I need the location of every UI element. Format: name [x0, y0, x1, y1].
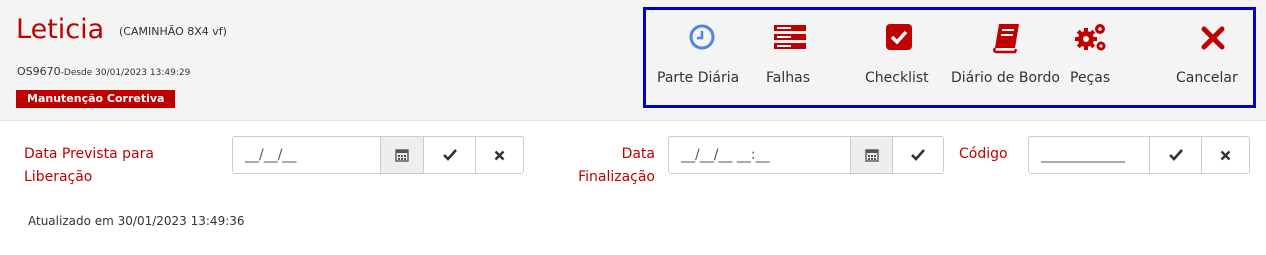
- calendar-icon: [395, 149, 409, 162]
- calendar-icon: [864, 149, 879, 162]
- close-icon: [1201, 26, 1225, 50]
- checklist-label: Checklist: [865, 70, 929, 86]
- os-since: -Desde 30/01/2023 13:49:29: [60, 68, 191, 78]
- codigo-confirm-button[interactable]: [1149, 136, 1202, 174]
- status-badge: Manutenção Corretiva: [16, 90, 176, 108]
- page-header: Leticia (CAMINHÃO 8X4 vf) OS9670-Desde 3…: [0, 0, 1266, 121]
- os-info: OS9670-Desde 30/01/2023 13:49:29: [17, 65, 190, 78]
- finalizacao-date-input[interactable]: __/__/__ __:__: [668, 136, 851, 174]
- close-icon: [1220, 150, 1231, 160]
- cancelar-label: Cancelar: [1176, 70, 1238, 86]
- codigo-clear-button[interactable]: [1201, 136, 1250, 174]
- page-title: Leticia: [16, 14, 105, 45]
- pecas-label: Peças: [1070, 70, 1111, 86]
- diario-bordo-label: Diário de Bordo: [951, 70, 1060, 86]
- book-icon: [993, 24, 1019, 54]
- close-icon: [494, 150, 505, 160]
- codigo-label: Código: [959, 146, 1008, 162]
- vehicle-subtitle: (CAMINHÃO 8X4 vf): [119, 25, 227, 38]
- finalizacao-label: Data Finalização: [578, 146, 655, 185]
- prevista-confirm-button[interactable]: [423, 136, 476, 174]
- prevista-clear-button[interactable]: [475, 136, 524, 174]
- check-icon: [911, 149, 925, 161]
- finalizacao-confirm-button[interactable]: [892, 136, 944, 174]
- prevista-label: Data Prevista para Liberação: [24, 146, 154, 185]
- codigo-input[interactable]: ____________: [1028, 136, 1150, 174]
- falhas-label: Falhas: [766, 70, 810, 86]
- os-number: OS9670: [17, 65, 61, 78]
- finalizacao-calendar-button[interactable]: [850, 136, 893, 174]
- server-icon: [774, 25, 806, 49]
- parte-diaria-label: Parte Diária: [657, 70, 740, 86]
- prevista-date-input[interactable]: __/__/__: [232, 136, 381, 174]
- check-icon: [442, 149, 457, 161]
- check-square-icon: [886, 24, 912, 50]
- prevista-calendar-button[interactable]: [380, 136, 424, 174]
- action-toolbar: Parte Diária Falhas Checklist Diário de …: [643, 7, 1256, 108]
- updated-timestamp: Atualizado em 30/01/2023 13:49:36: [28, 214, 245, 228]
- gears-icon: [1075, 24, 1106, 51]
- check-icon: [1168, 149, 1183, 161]
- clock-icon: [689, 24, 715, 50]
